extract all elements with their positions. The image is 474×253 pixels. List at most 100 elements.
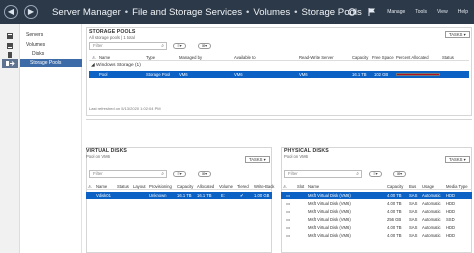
breadcrumb-file-storage[interactable]: File and Storage Services xyxy=(132,7,242,18)
disks-icon[interactable] xyxy=(2,50,18,59)
cell-media-type: HDD xyxy=(446,233,456,238)
query-options-icon[interactable]: ≡▾ xyxy=(173,171,186,177)
cell-bus: SAS xyxy=(409,233,418,238)
physical-disks-filter-input[interactable]: Filter ⌕ xyxy=(284,170,362,178)
cell-volume: E: xyxy=(221,193,225,198)
storage-pools-header: ⚠ Name Type Managed by Available to Read… xyxy=(89,54,469,61)
table-row-vdisk01[interactable]: Vdisk01 Unknown 16.1 TB 16.1 TB E: ✔ 1.0… xyxy=(86,192,272,199)
breadcrumb-server-manager[interactable]: Server Manager xyxy=(52,7,121,18)
table-row[interactable]: ▭ Msft Virtual Disk (VM6) 4.00 TB SAS Automa… xyxy=(281,192,472,199)
col-status[interactable]: Status xyxy=(117,184,129,189)
cell-capacity: 4.00 TB xyxy=(387,209,402,214)
sidebar-item-storage-pools[interactable]: Storage Pools xyxy=(20,59,82,67)
col-name[interactable]: Name xyxy=(99,55,110,60)
storage-pools-icon[interactable] xyxy=(2,59,18,68)
cell-name: Msft Virtual Disk (VM6) xyxy=(308,233,351,238)
col-rw-server[interactable]: Read-Write Server xyxy=(299,55,334,60)
breadcrumb-volumes[interactable]: Volumes xyxy=(253,7,290,18)
col-percent-allocated[interactable]: Percent Allocated xyxy=(396,55,429,60)
disk-icon: ▭ xyxy=(286,209,290,214)
percent-allocated-bar xyxy=(396,73,440,76)
cell-bus: SAS xyxy=(409,209,418,214)
cell-capacity: 4.00 TB xyxy=(387,225,402,230)
table-row[interactable]: ▭ Msft Virtual Disk (VM6) 4.00 TB SAS Automa… xyxy=(281,232,472,239)
col-capacity[interactable]: Capacity xyxy=(352,55,368,60)
col-tiered[interactable]: Tiered xyxy=(237,184,249,189)
col-layout[interactable]: Layout xyxy=(133,184,146,189)
query-options-icon[interactable]: ≡▾ xyxy=(369,171,382,177)
cell-name: Msft Virtual Disk (VM6) xyxy=(308,201,351,206)
cell-usage: Automatic xyxy=(422,209,441,214)
virtual-disks-subtitle: Pool on VM6 xyxy=(86,154,110,159)
col-sort-icon: ⚠ xyxy=(88,184,92,189)
col-volume[interactable]: Volume xyxy=(219,184,233,189)
save-query-icon[interactable]: ⊞▾ xyxy=(198,171,211,177)
search-icon: ⌕ xyxy=(161,43,164,49)
cell-usage: Automatic xyxy=(422,201,441,206)
volumes-icon[interactable] xyxy=(2,41,18,50)
col-type[interactable]: Type xyxy=(146,55,155,60)
main-content: STORAGE POOLS All storage pools | 1 tota… xyxy=(83,24,474,253)
save-query-icon[interactable]: ⊞▾ xyxy=(198,43,211,49)
storage-pools-filter-input[interactable]: Filter ⌕ xyxy=(89,42,167,50)
cell-allocated: 16.1 TB xyxy=(197,193,212,198)
manage-menu[interactable]: Manage xyxy=(387,9,405,15)
table-row[interactable]: ▭ Msft Virtual Disk (VM6) 4.00 TB SAS Automa… xyxy=(281,208,472,215)
icon-rail xyxy=(0,24,20,253)
table-row[interactable]: ▭ Msft Virtual Disk (VM6) 256 GB SAS Automat… xyxy=(281,216,472,223)
cell-usage: Automatic xyxy=(422,193,441,198)
cell-managed-by: VM6 xyxy=(179,72,188,77)
col-name[interactable]: Name xyxy=(308,184,319,189)
cell-media-type: SSD xyxy=(446,217,455,222)
refresh-icon[interactable] xyxy=(347,7,357,17)
col-bus[interactable]: Bus xyxy=(409,184,416,189)
table-row[interactable]: ▭ Msft Virtual Disk (VM6) 4.00 TB SAS Automa… xyxy=(281,200,472,207)
servers-icon[interactable] xyxy=(2,31,18,40)
filter-placeholder: Filter xyxy=(93,171,103,176)
col-free-space[interactable]: Free Space xyxy=(372,55,394,60)
title-bar: ◀ ▶ Server Manager • File and Storage Serv… xyxy=(0,0,474,24)
help-menu[interactable]: Help xyxy=(458,9,468,15)
virtual-disks-tasks-button[interactable]: TASKS ▾ xyxy=(245,156,270,163)
physical-disks-subtitle: Pool on VM6 xyxy=(284,154,308,159)
storage-pools-tasks-button[interactable]: TASKS ▾ xyxy=(445,31,470,38)
virtual-disks-filter-input[interactable]: Filter ⌕ xyxy=(89,170,167,178)
save-query-icon[interactable]: ⊞▾ xyxy=(393,171,406,177)
toolbar-menu: Manage Tools View Help xyxy=(347,0,468,24)
group-header-windows-storage[interactable]: ◢ Windows Storage (1) xyxy=(91,63,141,68)
col-capacity[interactable]: Capacity xyxy=(387,184,403,189)
view-menu[interactable]: View xyxy=(437,9,448,15)
sidebar: Servers Volumes Disks Storage Pools xyxy=(20,24,82,253)
col-status[interactable]: Status xyxy=(442,55,454,60)
col-usage[interactable]: Usage xyxy=(422,184,434,189)
cell-capacity: 4.00 TB xyxy=(387,201,402,206)
col-slot[interactable]: Slot xyxy=(297,184,304,189)
col-media-type[interactable]: Media Type xyxy=(446,184,468,189)
percent-allocated-fill xyxy=(397,74,439,75)
tools-menu[interactable]: Tools xyxy=(415,9,427,15)
col-available-to[interactable]: Available to xyxy=(234,55,256,60)
disk-icon: ▭ xyxy=(286,233,290,238)
query-options-icon[interactable]: ≡▾ xyxy=(173,43,186,49)
notification-flag-icon[interactable] xyxy=(367,7,377,17)
back-arrow-icon[interactable]: ◀ xyxy=(4,5,18,19)
physical-disks-tasks-button[interactable]: TASKS ▾ xyxy=(445,156,470,163)
sidebar-item-disks[interactable]: Disks xyxy=(32,51,44,57)
cell-capacity: 256 GB xyxy=(387,217,402,222)
table-row[interactable]: ▭ Msft Virtual Disk (VM6) 4.00 TB SAS Automa… xyxy=(281,224,472,231)
col-name[interactable]: Name xyxy=(96,184,107,189)
col-write-back[interactable]: Write-Back xyxy=(254,184,274,189)
sidebar-item-volumes[interactable]: Volumes xyxy=(26,42,45,48)
cell-name: Pool xyxy=(99,72,108,77)
col-allocated[interactable]: Allocated xyxy=(197,184,214,189)
forward-arrow-icon[interactable]: ▶ xyxy=(24,5,38,19)
col-capacity[interactable]: Capacity xyxy=(177,184,193,189)
cell-type: Storage Pool xyxy=(146,72,171,77)
table-row-pool[interactable]: Pool Storage Pool VM6 VM6 VM6 16.1 TB 10… xyxy=(89,71,469,78)
cell-name: Msft Virtual Disk (VM6) xyxy=(308,193,351,198)
search-icon: ⌕ xyxy=(161,171,164,177)
col-managed-by[interactable]: Managed by xyxy=(179,55,202,60)
cell-bus: SAS xyxy=(409,201,418,206)
col-provisioning[interactable]: Provisioning xyxy=(149,184,172,189)
sidebar-item-servers[interactable]: Servers xyxy=(26,32,43,38)
